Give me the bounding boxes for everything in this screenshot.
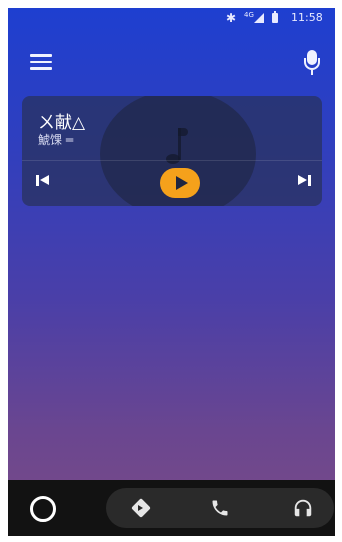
bottom-navigation-bar [8, 480, 335, 536]
skip-next-icon[interactable] [298, 173, 316, 189]
bluetooth-icon: ✱ [226, 11, 237, 25]
android-auto-screen: ✱ 4G 11:58 ㄨ献△ 鯱馃 ═ [8, 8, 335, 536]
song-artist: 鯱馃 ═ [38, 133, 74, 147]
skip-previous-icon[interactable] [36, 173, 54, 189]
media-card[interactable]: ㄨ献△ 鯱馃 ═ [22, 96, 322, 206]
app-shortcuts-pill [106, 488, 334, 528]
status-time: 11:58 [291, 11, 323, 24]
home-circle-icon[interactable] [30, 496, 56, 522]
divider [22, 160, 322, 161]
battery-icon [272, 11, 278, 23]
status-bar: ✱ 4G 11:58 [8, 8, 335, 30]
navigation-icon[interactable] [131, 498, 151, 518]
play-icon [176, 176, 188, 190]
phone-icon[interactable] [210, 498, 230, 518]
hamburger-menu-icon[interactable] [30, 54, 52, 70]
headphones-icon[interactable] [292, 497, 314, 519]
network-type: 4G [244, 11, 254, 19]
cell-signal-icon [254, 13, 264, 23]
microphone-icon[interactable] [304, 50, 320, 76]
song-title: ㄨ献△ [38, 113, 86, 133]
play-button[interactable] [160, 168, 200, 198]
